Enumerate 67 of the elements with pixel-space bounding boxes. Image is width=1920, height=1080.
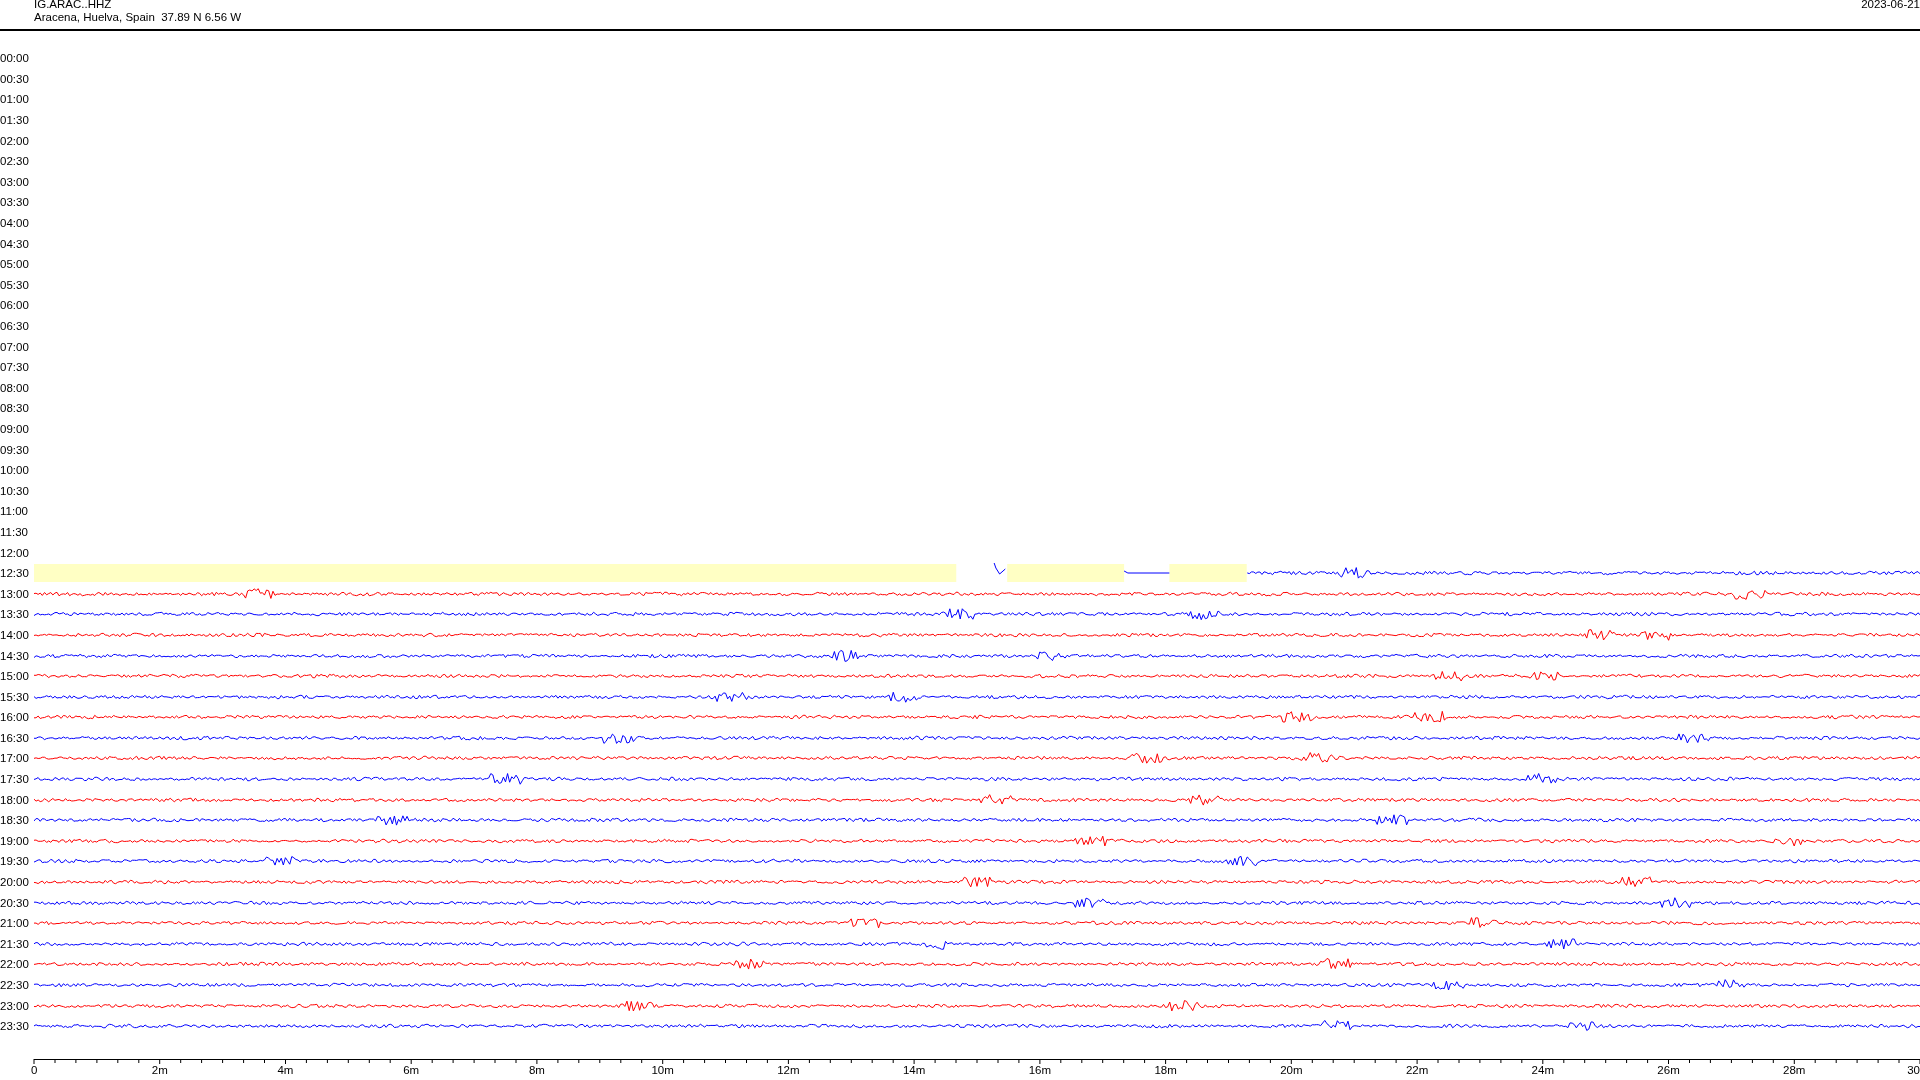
time-label: 15:00: [0, 670, 30, 683]
time-label: 03:30: [0, 196, 30, 209]
axis-tick-label: 16m: [1028, 1063, 1052, 1076]
time-label: 19:00: [0, 834, 30, 847]
time-label: 18:00: [0, 793, 30, 806]
time-label: 06:30: [0, 320, 30, 332]
time-label: 17:00: [0, 752, 30, 765]
time-label: 22:30: [0, 979, 30, 991]
time-label: 15:30: [0, 690, 30, 703]
axis-tick-label: 0: [31, 1063, 38, 1076]
time-label: 01:30: [0, 114, 30, 127]
time-label: 13:30: [0, 608, 30, 621]
time-label: 11:00: [0, 505, 29, 518]
axis-tick-label: 8m: [528, 1063, 545, 1076]
time-label: 17:30: [0, 773, 30, 786]
axis-tick-label: 28m: [1783, 1063, 1806, 1076]
time-label: 04:30: [0, 237, 30, 250]
time-label: 08:00: [0, 381, 30, 394]
time-label: 13:00: [0, 587, 30, 600]
time-label: 23:00: [0, 999, 30, 1012]
time-label: 22:00: [0, 958, 30, 971]
time-label: 08:30: [0, 402, 30, 415]
time-label: 05:00: [0, 258, 30, 271]
time-label: 21:00: [0, 917, 30, 930]
time-label: 11:30: [0, 525, 29, 538]
axis-tick-label: 14m: [902, 1063, 926, 1076]
time-label: 20:00: [0, 876, 30, 889]
axis-tick-label: 30: [1907, 1063, 1920, 1076]
time-label: 14:00: [0, 628, 30, 641]
time-label: 16:30: [0, 731, 30, 744]
axis-tick-label: 2m: [151, 1063, 168, 1076]
time-label: 09:00: [0, 423, 30, 435]
axis-tick-label: 26m: [1657, 1063, 1680, 1076]
station-code: IG.ARAC..HHZ: [34, 0, 113, 11]
axis-tick-label: 4m: [277, 1063, 294, 1076]
time-label: 00:30: [0, 72, 30, 85]
time-label: 18:30: [0, 814, 30, 827]
axis-tick-label: 24m: [1531, 1063, 1554, 1076]
time-label: 10:00: [0, 464, 30, 477]
axis-tick-label: 18m: [1154, 1063, 1177, 1076]
time-label: 05:30: [0, 278, 30, 291]
time-label: 06:00: [0, 299, 30, 312]
axis-tick-label: 20m: [1280, 1063, 1303, 1076]
time-label: 04:00: [0, 217, 30, 230]
time-label: 10:30: [0, 484, 30, 497]
time-label: 16:00: [0, 711, 30, 724]
time-label: 20:30: [0, 896, 30, 909]
time-label: 23:30: [0, 1020, 30, 1033]
axis-tick-label: 10m: [651, 1063, 674, 1076]
time-label: 19:30: [0, 855, 30, 868]
time-label: 02:30: [0, 155, 30, 168]
time-label: 12:00: [0, 546, 30, 559]
time-label: 14:30: [0, 649, 30, 662]
plot-date: 2023-06-21: [1861, 0, 1920, 12]
time-label: 09:30: [0, 443, 30, 456]
time-label: 07:00: [0, 340, 30, 353]
time-label: 12:30: [0, 567, 30, 580]
station-location: Aracena, Huelva, Spain 37.89 N 6.56 W: [34, 11, 242, 24]
time-label: 21:30: [0, 937, 30, 950]
time-label: 01:00: [0, 93, 30, 106]
axis-tick-label: 6m: [403, 1063, 420, 1076]
time-label: 00:00: [0, 52, 30, 65]
time-label: 02:00: [0, 134, 30, 147]
time-label: 07:30: [0, 361, 30, 374]
axis-tick-label: 12m: [777, 1063, 800, 1076]
axis-tick-label: 22m: [1405, 1063, 1429, 1076]
time-label: 03:00: [0, 175, 30, 188]
